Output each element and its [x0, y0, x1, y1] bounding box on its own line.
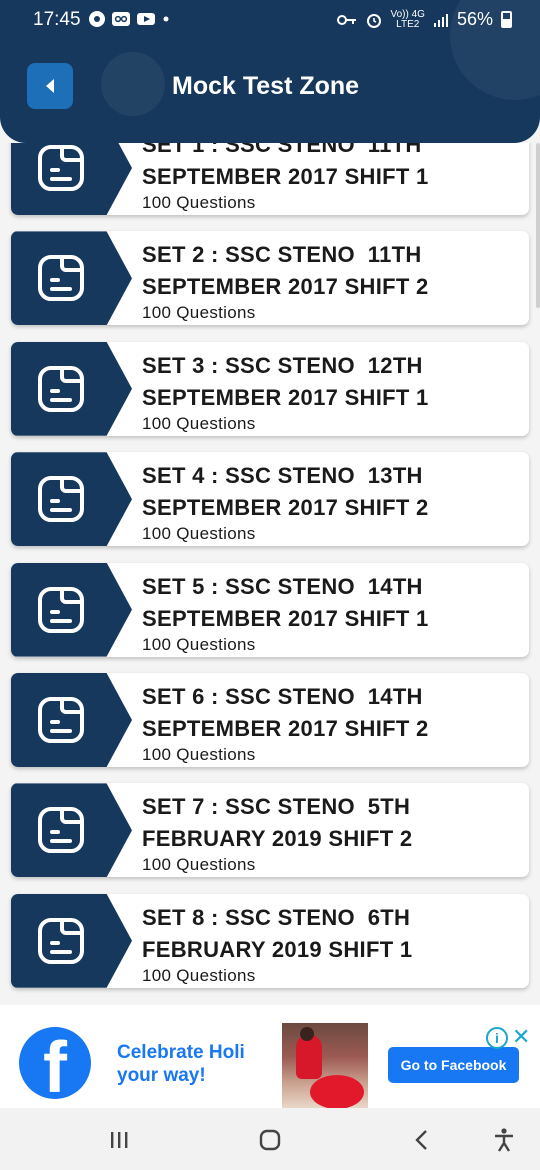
ad-image-person: [296, 1035, 322, 1079]
question-count: 100 Questions: [142, 524, 256, 544]
back-button[interactable]: [27, 63, 73, 109]
back-nav-icon: [415, 1130, 427, 1150]
test-list[interactable]: SET 1 : SSC STENO 11TH SEPTEMBER 2017 SH…: [0, 143, 540, 1005]
status-time: 17:45: [33, 9, 81, 30]
page-title: Mock Test Zone: [172, 72, 360, 100]
network-label: Vo)) 4G LTE2: [390, 8, 425, 30]
accessibility-button[interactable]: [489, 1125, 519, 1155]
notification-icons: [88, 10, 171, 28]
test-name: SET 6 : SSC STENO 14TH SEPTEMBER 2017 SH…: [142, 684, 429, 741]
facebook-logo-letter: f: [43, 1028, 67, 1099]
youtube-icon: [137, 13, 155, 25]
test-name: SET 7 : SSC STENO 5TH FEBRUARY 2019 SHIF…: [142, 794, 413, 852]
signal-icon: [433, 13, 448, 27]
document-icon: [36, 585, 86, 635]
ad-banner[interactable]: f Celebrate Holi your way! Go to Faceboo…: [0, 1005, 540, 1108]
dot-icon: [163, 16, 169, 22]
recent-apps-icon: [111, 1132, 128, 1148]
chevron-left-icon: [46, 79, 54, 93]
question-count: 100 Questions: [142, 634, 256, 654]
network-label-bottom: LTE2: [396, 18, 420, 30]
system-icons: Vo)) 4G LTE2 56%: [336, 8, 512, 30]
battery-percent: 56%: [456, 9, 493, 29]
question-count: 100 Questions: [142, 193, 256, 212]
header-decoration: [101, 52, 165, 116]
test-name: SET 3 : SSC STENO 12TH SEPTEMBER 2017 SH…: [142, 352, 429, 410]
document-icon: [36, 253, 86, 303]
question-count: 100 Questions: [142, 745, 256, 764]
home-icon: [259, 1129, 281, 1151]
ad-headline: Celebrate Holi your way!: [117, 1042, 245, 1086]
ad-close-icon[interactable]: ✕: [512, 1025, 530, 1049]
back-nav-button[interactable]: [407, 1125, 437, 1155]
test-card[interactable]: SET 2 : SSC STENO 11TH SEPTEMBER 2017 SH…: [11, 231, 529, 326]
document-icon: [36, 143, 86, 193]
question-count: 100 Questions: [142, 855, 256, 875]
question-count: 100 Questions: [142, 413, 256, 433]
test-card[interactable]: SET 1 : SSC STENO 11TH SEPTEMBER 2017 SH…: [11, 143, 529, 215]
network-label-top: Vo)) 4G: [390, 8, 425, 20]
key-icon: [336, 14, 356, 25]
test-card[interactable]: SET 6 : SSC STENO 14TH SEPTEMBER 2017 SH…: [11, 673, 529, 767]
question-count: 100 Questions: [142, 965, 256, 985]
test-card[interactable]: SET 8 : SSC STENO 6TH FEBRUARY 2019 SHIF…: [11, 893, 529, 988]
facebook-logo: f: [19, 1027, 91, 1099]
home-button[interactable]: [255, 1125, 285, 1155]
document-icon: [36, 364, 86, 414]
ad-info-icon[interactable]: i: [486, 1027, 508, 1049]
test-card[interactable]: SET 4 : SSC STENO 13TH SEPTEMBER 2017 SH…: [11, 452, 529, 547]
document-icon: [36, 695, 86, 745]
ad-image: [282, 1023, 368, 1108]
alarm-icon: [366, 13, 381, 28]
status-bar: 17:45 Vo)) 4G LTE2 56%: [0, 0, 540, 42]
test-card[interactable]: SET 3 : SSC STENO 12TH SEPTEMBER 2017 SH…: [11, 341, 529, 436]
scrollbar[interactable]: [536, 143, 540, 308]
voicemail-icon: [112, 12, 130, 26]
document-icon: [36, 474, 86, 524]
test-name: SET 5 : SSC STENO 14TH SEPTEMBER 2017 SH…: [142, 573, 429, 631]
settings-notification-icon: [89, 11, 105, 27]
test-card[interactable]: SET 7 : SSC STENO 5TH FEBRUARY 2019 SHIF…: [11, 783, 529, 878]
test-name: SET 8 : SSC STENO 6TH FEBRUARY 2019 SHIF…: [142, 904, 413, 962]
question-count: 100 Questions: [142, 303, 256, 323]
accessibility-icon: [495, 1128, 513, 1152]
recent-apps-button[interactable]: [104, 1125, 134, 1155]
battery-icon: [501, 11, 512, 28]
test-name: SET 1 : SSC STENO 11TH SEPTEMBER 2017 SH…: [142, 143, 429, 189]
go-to-facebook-button[interactable]: Go to Facebook: [388, 1047, 519, 1083]
ad-image-rug: [310, 1075, 364, 1108]
document-icon: [36, 805, 86, 855]
ad-image-head: [300, 1027, 314, 1041]
app-header: 17:45 Vo)) 4G LTE2 56% Mock Test Zone: [0, 0, 540, 143]
test-name: SET 4 : SSC STENO 13TH SEPTEMBER 2017 SH…: [142, 463, 429, 521]
system-nav-bar: [0, 1108, 540, 1170]
test-card[interactable]: SET 5 : SSC STENO 14TH SEPTEMBER 2017 SH…: [11, 562, 529, 657]
test-name: SET 2 : SSC STENO 11TH SEPTEMBER 2017 SH…: [142, 242, 429, 300]
document-icon: [36, 916, 86, 966]
